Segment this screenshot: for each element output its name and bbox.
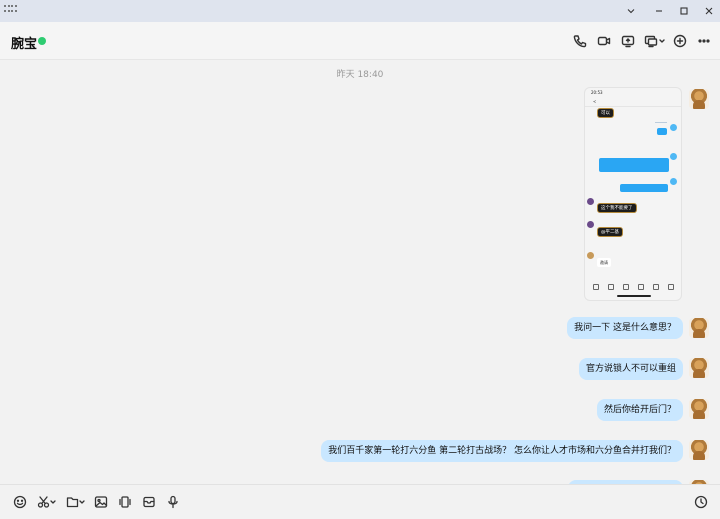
scissors-icon[interactable]	[37, 493, 57, 511]
screenshot-home-indicator	[617, 295, 651, 297]
folder-icon[interactable]	[66, 493, 86, 511]
phone-icon[interactable]	[570, 31, 590, 51]
screenshot-avatar	[587, 252, 594, 259]
screenshot-status-bar: 20:53	[585, 88, 681, 96]
window-title-bar	[0, 0, 720, 22]
image-icon[interactable]	[94, 493, 108, 511]
screenshot-message: 邀请	[597, 258, 611, 267]
envelope-icon[interactable]	[142, 493, 156, 511]
screenshot-title-bar: <	[585, 96, 681, 107]
remote-desktop-icon[interactable]	[643, 31, 667, 51]
screenshot-message	[657, 128, 667, 135]
screen-share-icon[interactable]	[618, 31, 638, 51]
screenshot-tool-icon	[668, 284, 674, 290]
add-icon[interactable]	[670, 31, 690, 51]
minimize-button[interactable]	[645, 0, 673, 22]
avatar[interactable]	[689, 318, 709, 338]
screenshot-divider	[655, 122, 667, 123]
message-list[interactable]: 昨天 18:40 20:53 < 可以 这个我不能要了 @平二基 邀请 我问一下…	[0, 60, 720, 484]
screenshot-message: @平二基	[597, 227, 623, 237]
message-bubble[interactable]: 官方说锁人不可以重组	[578, 358, 683, 380]
chevron-down-icon[interactable]	[617, 0, 645, 22]
input-toolbar	[0, 484, 720, 519]
video-icon[interactable]	[594, 31, 614, 51]
mic-icon[interactable]	[166, 493, 180, 511]
avatar[interactable]	[689, 358, 709, 378]
avatar[interactable]	[689, 89, 709, 109]
avatar[interactable]	[689, 399, 709, 419]
screenshot-avatar	[587, 198, 594, 205]
screenshot-back: <	[593, 99, 597, 104]
avatar[interactable]	[689, 440, 709, 460]
screenshot-avatar	[587, 221, 594, 228]
message-bubble[interactable]: 我问一下 这是什么意思？	[567, 317, 683, 339]
screenshot-tool-icon	[653, 284, 659, 290]
close-button[interactable]	[695, 0, 720, 22]
more-icon[interactable]	[694, 31, 714, 51]
screenshot-avatar	[670, 178, 677, 185]
screenshot-avatar	[670, 153, 677, 160]
screenshot-avatar	[670, 124, 677, 131]
online-status-dot	[38, 37, 46, 45]
screenshot-tool-icon	[608, 284, 614, 290]
message-bubble[interactable]: 我们百千家第一轮打六分鱼 第二轮打古战场？ 怎么你让人才市场和六分鱼合并打我们？	[321, 440, 683, 462]
screenshot-message	[620, 184, 668, 192]
screenshot-message	[599, 158, 669, 172]
shake-icon[interactable]	[118, 493, 132, 511]
screenshot-message: 这个我不能要了	[597, 203, 637, 213]
screenshot-tool-icon	[623, 284, 629, 290]
contact-name[interactable]: 腕宝	[11, 33, 37, 52]
image-message[interactable]: 20:53 < 可以 这个我不能要了 @平二基 邀请	[585, 88, 681, 300]
chat-header: 腕宝	[0, 22, 720, 60]
screenshot-status-time: 20:53	[591, 90, 603, 95]
screenshot-tool-icon	[638, 284, 644, 290]
message-timestamp: 昨天 18:40	[336, 70, 384, 80]
screenshot-tool-icon	[593, 284, 599, 290]
app-menu-icon[interactable]	[4, 5, 17, 13]
history-icon[interactable]	[694, 493, 708, 511]
emoji-icon[interactable]	[13, 493, 27, 511]
screenshot-message: 可以	[597, 108, 614, 118]
maximize-button[interactable]	[670, 0, 698, 22]
message-bubble[interactable]: 然后你给开后门？	[596, 399, 683, 421]
